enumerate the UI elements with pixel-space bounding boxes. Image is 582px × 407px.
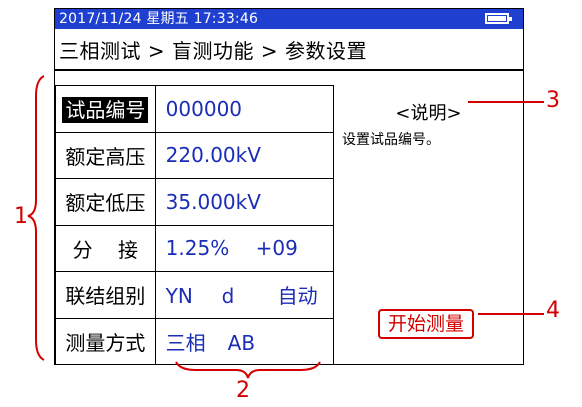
annotation-leader-line xyxy=(468,101,544,103)
annotation-leader-line xyxy=(478,313,544,315)
annotation-number: 3 xyxy=(546,88,560,113)
annotation-number: 1 xyxy=(14,204,28,229)
annotation-number: 2 xyxy=(236,378,250,403)
annotation-number: 4 xyxy=(546,298,560,323)
annotation-brackets xyxy=(27,75,321,379)
